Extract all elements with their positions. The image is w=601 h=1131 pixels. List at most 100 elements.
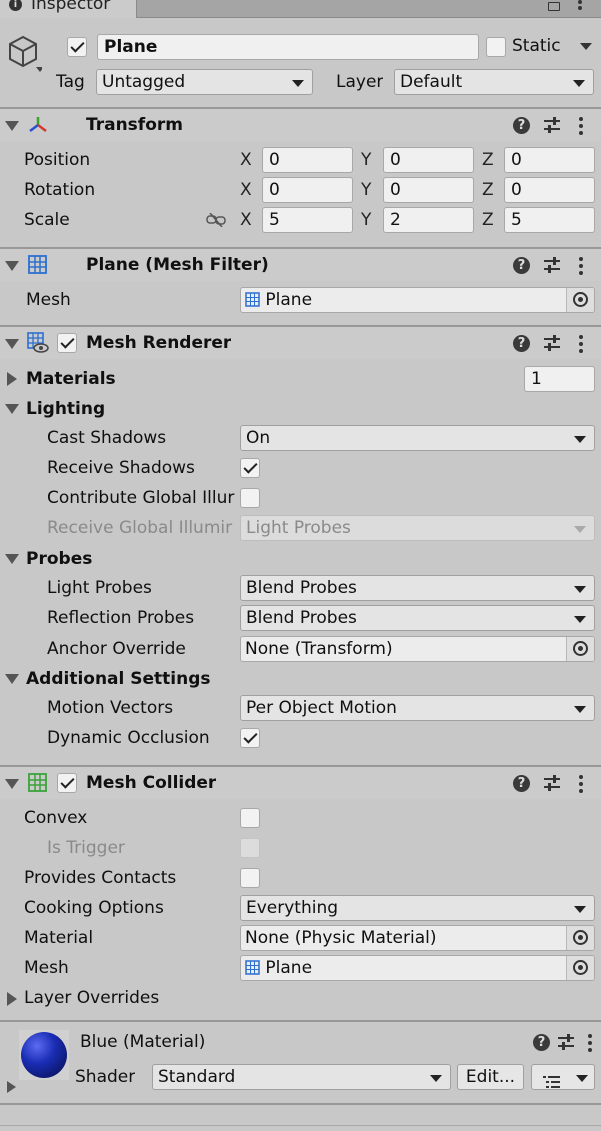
motion-vectors-dropdown[interactable]: Per Object Motion xyxy=(240,695,595,721)
provides-contacts-label: Provides Contacts xyxy=(24,868,177,888)
reflection-probes-dropdown[interactable]: Blend Probes xyxy=(240,605,595,631)
scale-x-input[interactable]: 5 xyxy=(262,207,353,233)
active-checkbox[interactable] xyxy=(67,37,87,57)
edit-shader-button[interactable]: Edit... xyxy=(457,1064,524,1090)
help-icon[interactable]: ? xyxy=(513,117,530,134)
axis-z-label[interactable]: Z xyxy=(482,147,494,173)
mesh-collider-foldout[interactable] xyxy=(5,779,19,789)
axis-y-label[interactable]: Y xyxy=(361,207,371,233)
unlink-icon[interactable] xyxy=(206,212,226,228)
object-picker-icon[interactable] xyxy=(566,926,594,950)
more-options-icon[interactable] xyxy=(578,117,584,135)
tab-inspector[interactable]: i Inspector xyxy=(0,0,137,18)
materials-foldout[interactable] xyxy=(7,372,17,386)
cast-shadows-dropdown[interactable]: On xyxy=(240,425,595,451)
help-icon[interactable]: ? xyxy=(513,775,530,792)
contribute-gi-checkbox[interactable] xyxy=(240,488,260,508)
presets-icon[interactable] xyxy=(543,257,561,273)
presets-icon[interactable] xyxy=(543,335,561,351)
reflection-probes-label: Reflection Probes xyxy=(47,608,195,628)
presets-icon[interactable] xyxy=(543,775,561,791)
transform-foldout[interactable] xyxy=(5,121,19,131)
anchor-override-field[interactable]: None (Transform) xyxy=(240,636,595,662)
static-dropdown-caret[interactable] xyxy=(580,43,592,50)
materials-count-input[interactable]: 1 xyxy=(524,366,595,392)
scale-label: Scale xyxy=(24,210,70,230)
lighting-label[interactable]: Lighting xyxy=(26,396,105,422)
mesh-filter-foldout[interactable] xyxy=(5,261,19,271)
more-options-icon[interactable] xyxy=(578,335,584,353)
more-options-icon[interactable] xyxy=(578,775,584,793)
position-x-input[interactable]: 0 xyxy=(262,147,353,173)
cooking-options-dropdown[interactable]: Everything xyxy=(240,895,595,921)
rotation-y-input[interactable]: 0 xyxy=(383,177,474,203)
mesh-object-field[interactable]: Plane xyxy=(240,287,595,313)
help-icon[interactable]: ? xyxy=(513,335,530,352)
axis-x-label[interactable]: X xyxy=(240,177,252,203)
more-options-icon[interactable] xyxy=(587,1034,593,1052)
layer-dropdown[interactable]: Default xyxy=(394,69,594,95)
axis-y-label[interactable]: Y xyxy=(361,147,371,173)
material-foldout[interactable] xyxy=(7,1081,16,1093)
additional-settings-label[interactable]: Additional Settings xyxy=(26,666,211,692)
layer-value: Default xyxy=(400,72,463,92)
axis-y-label[interactable]: Y xyxy=(361,177,371,203)
object-picker-icon[interactable] xyxy=(566,956,594,980)
material-preview[interactable] xyxy=(19,1030,69,1080)
axis-x-label[interactable]: X xyxy=(240,147,252,173)
additional-settings-foldout[interactable] xyxy=(5,674,19,684)
chevron-down-icon xyxy=(430,1075,442,1082)
axis-z-label[interactable]: Z xyxy=(482,177,494,203)
help-icon[interactable]: ? xyxy=(513,257,530,274)
axis-x-label[interactable]: X xyxy=(240,207,252,233)
receive-gi-dropdown: Light Probes xyxy=(240,515,595,541)
mesh-filter-icon xyxy=(28,255,47,274)
tab-menu-icon[interactable] xyxy=(577,0,583,12)
mesh-renderer-foldout[interactable] xyxy=(5,339,19,349)
collider-mesh-field[interactable]: Plane xyxy=(240,955,595,981)
object-name-input[interactable]: Plane xyxy=(97,34,479,60)
transform-title: Transform xyxy=(86,115,183,135)
scale-y-input[interactable]: 2 xyxy=(383,207,474,233)
mesh-label: Mesh xyxy=(26,290,71,310)
scale-z-input[interactable]: 5 xyxy=(504,207,595,233)
layer-overrides-foldout[interactable] xyxy=(7,992,17,1006)
layer-overrides-label[interactable]: Layer Overrides xyxy=(24,985,159,1011)
convex-checkbox[interactable] xyxy=(240,808,260,828)
probes-label[interactable]: Probes xyxy=(26,546,92,572)
receive-shadows-label: Receive Shadows xyxy=(47,458,195,478)
lighting-foldout[interactable] xyxy=(5,404,19,414)
static-checkbox[interactable] xyxy=(486,37,506,57)
provides-contacts-checkbox[interactable] xyxy=(240,868,260,888)
physic-material-field[interactable]: None (Physic Material) xyxy=(240,925,595,951)
materials-label[interactable]: Materials xyxy=(26,366,116,392)
receive-shadows-checkbox[interactable] xyxy=(240,458,260,478)
object-picker-icon[interactable] xyxy=(566,637,594,661)
position-z-input[interactable]: 0 xyxy=(504,147,595,173)
shader-options-dropdown[interactable] xyxy=(531,1064,595,1090)
light-probes-dropdown[interactable]: Blend Probes xyxy=(240,575,595,601)
object-picker-icon[interactable] xyxy=(566,288,594,312)
position-y-input[interactable]: 0 xyxy=(383,147,474,173)
mesh-renderer-enabled-checkbox[interactable] xyxy=(57,333,77,353)
tag-dropdown[interactable]: Untagged xyxy=(96,69,313,95)
help-icon[interactable]: ? xyxy=(533,1034,550,1051)
separator xyxy=(0,1020,601,1022)
lock-icon[interactable] xyxy=(548,2,560,11)
probes-foldout[interactable] xyxy=(5,554,19,564)
contribute-gi-label: Contribute Global Illur xyxy=(47,488,235,508)
shader-dropdown[interactable]: Standard xyxy=(152,1064,451,1090)
presets-icon[interactable] xyxy=(557,1034,575,1050)
dynamic-occlusion-checkbox[interactable] xyxy=(240,728,260,748)
info-icon: i xyxy=(9,0,22,11)
gameobject-icon[interactable] xyxy=(6,34,44,74)
receive-gi-label: Receive Global Illumir xyxy=(47,518,233,538)
axis-z-label[interactable]: Z xyxy=(482,207,494,233)
presets-icon[interactable] xyxy=(543,117,561,133)
rotation-z-input[interactable]: 0 xyxy=(504,177,595,203)
mesh-collider-enabled-checkbox[interactable] xyxy=(57,773,77,793)
rotation-x-input[interactable]: 0 xyxy=(262,177,353,203)
more-options-icon[interactable] xyxy=(578,257,584,275)
tag-label: Tag xyxy=(56,72,85,92)
chevron-down-icon xyxy=(574,906,586,913)
